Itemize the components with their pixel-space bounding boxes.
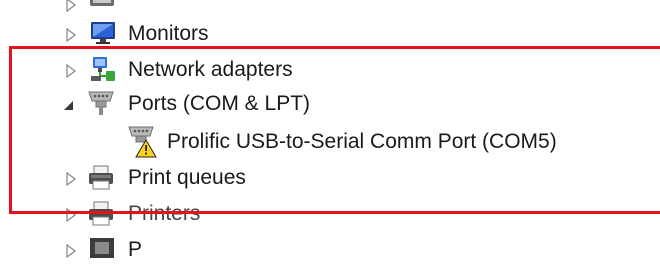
expand-arrow-icon[interactable] bbox=[64, 0, 78, 14]
cut-off-device-icon bbox=[90, 0, 114, 6]
monitor-icon bbox=[91, 22, 115, 44]
tree-item-processors-cutoff[interactable]: P bbox=[0, 234, 660, 268]
tree-item-label: P bbox=[128, 238, 143, 261]
annotation-highlight-box bbox=[9, 46, 660, 214]
tree-item-cutoff[interactable] bbox=[0, 0, 660, 20]
expand-arrow-icon[interactable] bbox=[64, 26, 78, 44]
tree-item-label: Monitors bbox=[128, 22, 209, 45]
processor-icon bbox=[90, 238, 114, 258]
